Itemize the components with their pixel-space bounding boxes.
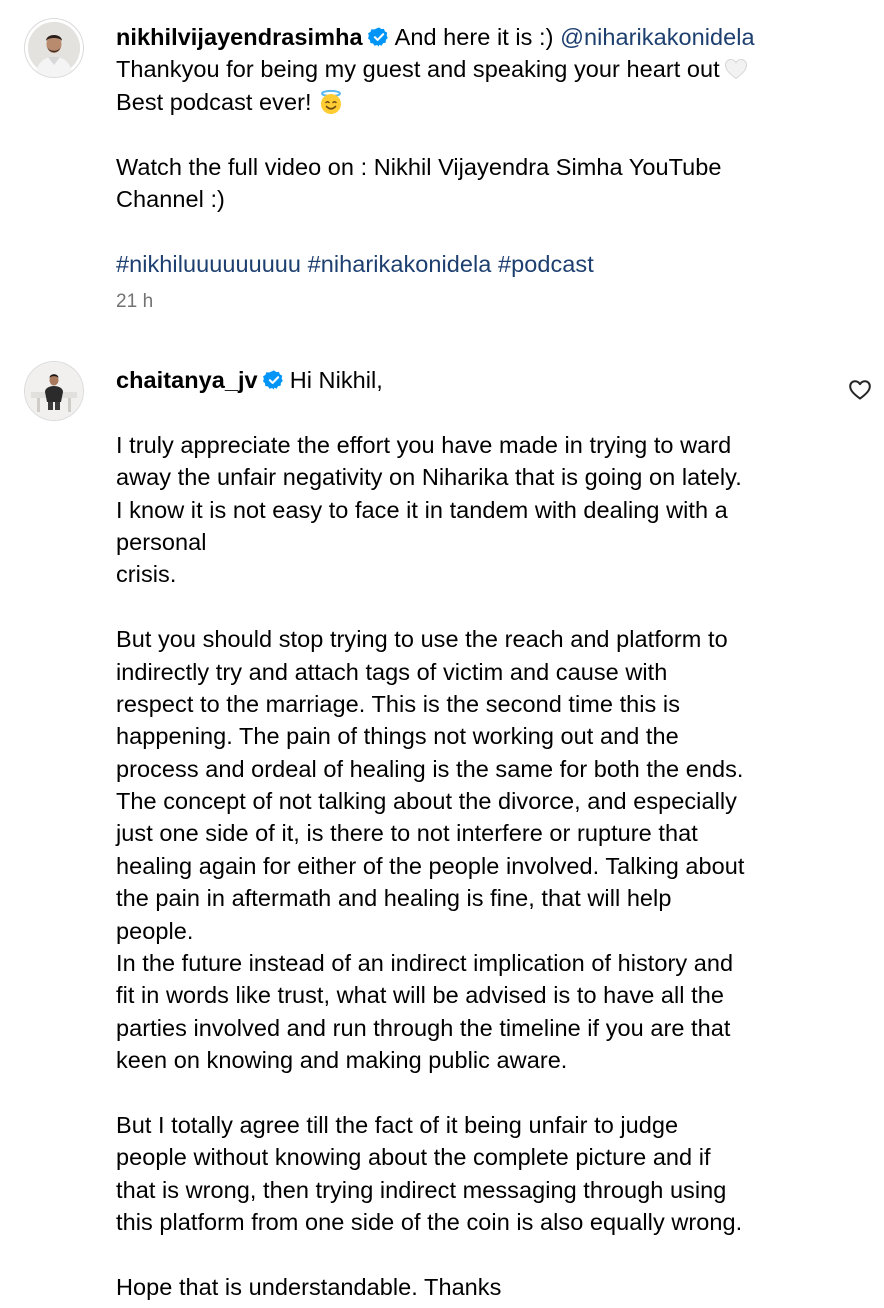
comment-line: that is wrong, then trying indirect mess… [116, 1176, 727, 1203]
verified-badge-icon [262, 369, 285, 391]
comment-line: keen on knowing and making public aware. [116, 1047, 568, 1074]
comment-line: people. [116, 917, 194, 944]
comment-line: parties involved and run through the tim… [116, 1014, 731, 1041]
comment-line: In the future instead of an indirect imp… [116, 950, 734, 977]
verified-badge-icon [367, 26, 390, 48]
comment-text: chaitanya_jv Hi Nikhil, I truly apprecia… [116, 364, 836, 1303]
comment-line: personal [116, 528, 207, 555]
profile-avatar-icon[interactable] [25, 362, 83, 420]
comment-line: The concept of not talking about the div… [116, 788, 737, 815]
caption-line-2: Thankyou for being my guest and speaking… [116, 56, 720, 83]
hashtag-link[interactable]: #nikhiluuuuuuuuu [116, 251, 301, 277]
comment-line: process and ordeal of healing is the sam… [116, 755, 744, 782]
comment-line: But I totally agree till the fact of it … [116, 1111, 679, 1138]
hashtag-link[interactable]: #podcast [498, 251, 594, 277]
white-heart-emoji [724, 58, 748, 80]
hashtag-link[interactable]: #niharikakonidela [308, 251, 492, 277]
caption-line-3: Best podcast ever! [116, 88, 312, 115]
post-timestamp[interactable]: 21 h [116, 290, 836, 314]
caption-first-text: And here it is :) [394, 24, 554, 50]
comment-line: But you should stop trying to use the re… [116, 626, 728, 653]
heart-outline-icon[interactable] [848, 378, 872, 402]
comment-line: fit in words like trust, what will be ad… [116, 982, 724, 1009]
comment-line: healing again for either of the people i… [116, 852, 745, 879]
comment-line: the pain in aftermath and healing is fin… [116, 885, 672, 912]
profile-avatar-icon[interactable] [25, 19, 83, 77]
comment-line: respect to the marriage. This is the sec… [116, 690, 680, 717]
comment-line: crisis. [116, 561, 177, 588]
comment-line: I truly appreciate the effort you have m… [116, 431, 732, 458]
smiling-face-with-halo-emoji [318, 89, 344, 115]
caption-line-6: Channel :) [116, 185, 225, 212]
comment-closing: Hope that is understandable. Thanks [116, 1273, 502, 1300]
comment-line: I know it is not easy to face it in tand… [116, 496, 728, 523]
comment-line: people without knowing about the complet… [116, 1144, 711, 1171]
comment-line: this platform from one side of the coin … [116, 1209, 743, 1236]
caption-text: nikhilvijayendrasimha And here it is :) … [116, 21, 836, 314]
comment-line: happening. The pain of things not workin… [116, 723, 679, 750]
caption-username[interactable]: nikhilvijayendrasimha [116, 24, 363, 50]
comment-line: away the unfair negativity on Niharika t… [116, 464, 742, 491]
caption-line-5: Watch the full video on : Nikhil Vijayen… [116, 153, 722, 180]
comment-line: indirectly try and attach tags of victim… [116, 658, 668, 685]
mention-link[interactable]: @niharikakonidela [560, 24, 755, 50]
comment-line: just one side of it, is there to not int… [116, 820, 698, 847]
comment-greeting: Hi Nikhil, [289, 367, 383, 393]
comment-username[interactable]: chaitanya_jv [116, 367, 258, 393]
